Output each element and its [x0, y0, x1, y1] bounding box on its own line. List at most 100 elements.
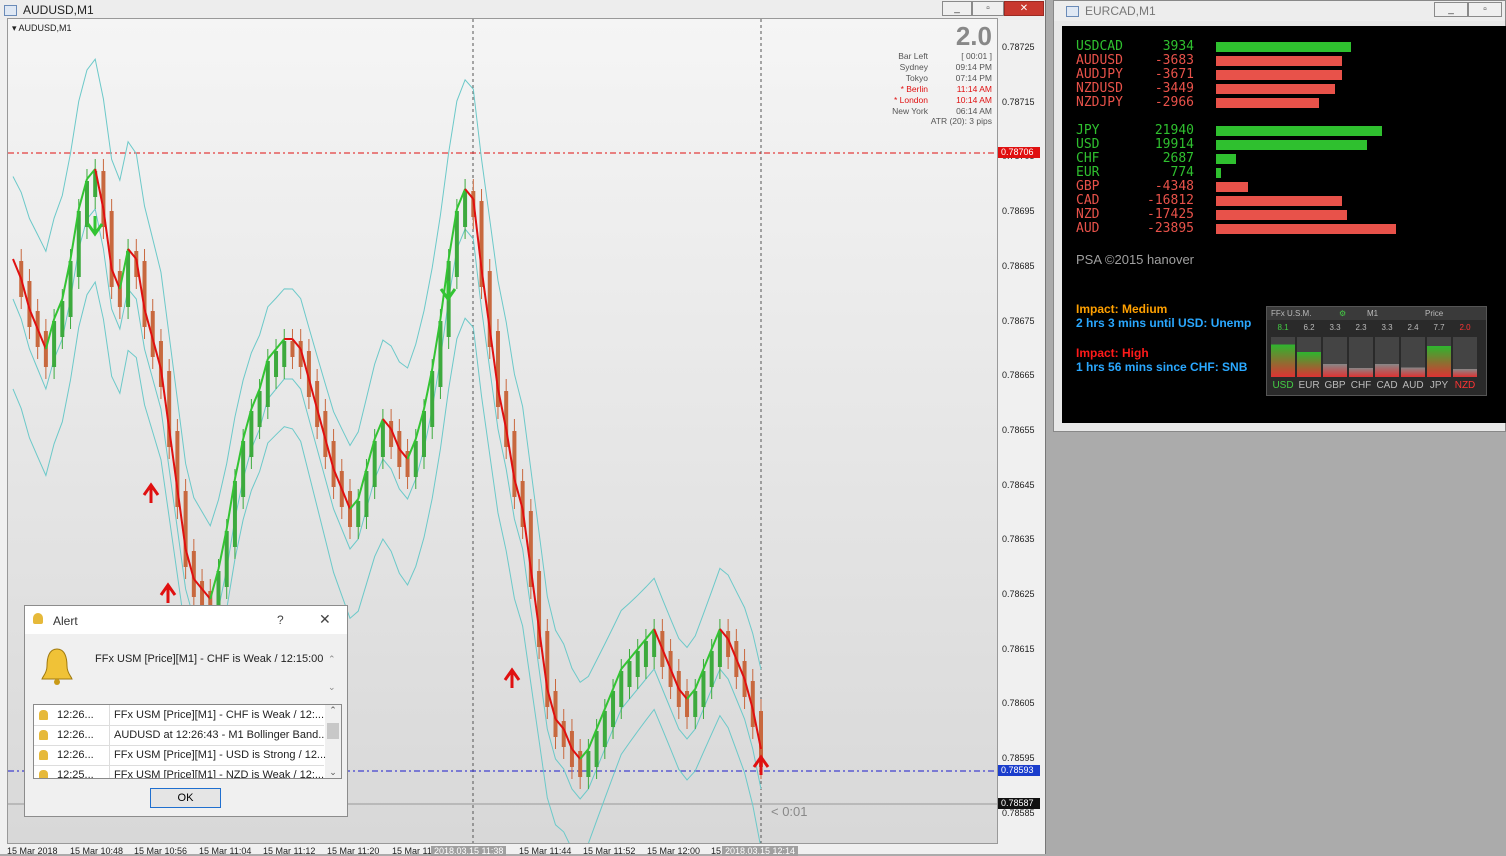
- candle-body: [627, 661, 632, 687]
- ok-button[interactable]: OK: [150, 788, 221, 808]
- side-minimize-button[interactable]: _: [1434, 2, 1468, 17]
- buy-arrow-icon: [503, 667, 521, 688]
- candle-body: [421, 411, 426, 457]
- alert-row-text: FFx USM [Price][M1] - NZD is Weak / 12:.…: [109, 765, 324, 778]
- timezone-name: Sydney: [899, 62, 928, 72]
- timezone-name: * London: [893, 95, 928, 105]
- candle-body: [282, 341, 287, 367]
- strength-bar: [1216, 84, 1335, 94]
- alert-close-icon[interactable]: ✕: [319, 611, 331, 628]
- alert-row-text: FFx USM [Price][M1] - USD is Strong / 12…: [109, 745, 329, 765]
- strength-value: -3683: [1154, 53, 1194, 68]
- list-scroll-up-icon[interactable]: ⌃: [325, 705, 341, 716]
- usm-value: 2.3: [1355, 323, 1367, 332]
- alert-row-time: 12:26...: [57, 709, 94, 721]
- time-axis-label: 2018.03.15 11:38: [431, 846, 507, 856]
- strength-bar: [1216, 196, 1342, 206]
- alert-titlebar[interactable]: Alert ? ✕: [25, 606, 347, 634]
- candle-body: [364, 471, 369, 517]
- bar-left-label: Bar Left: [898, 51, 928, 61]
- symbol-dropdown-icon[interactable]: ▾: [12, 23, 17, 33]
- price-axis-label: 0.78695: [1002, 206, 1035, 217]
- alert-title: Alert: [53, 614, 78, 628]
- usm-value: 3.3: [1329, 323, 1341, 332]
- list-scrollbar[interactable]: ⌃ ⌄: [325, 705, 341, 778]
- panel-value: 2.0: [955, 21, 992, 51]
- usm-column-bar: [1401, 337, 1425, 377]
- minimize-button[interactable]: _: [942, 1, 972, 16]
- usm-currency-label: AUD: [1402, 380, 1424, 391]
- time-axis-label: 15 Mar 11:44: [519, 846, 572, 856]
- price-axis-label: 0.78595: [1002, 753, 1035, 764]
- usm-mode[interactable]: Price: [1425, 307, 1443, 320]
- buy-arrow-icon: [159, 582, 177, 603]
- main-titlebar[interactable]: AUDUSD,M1: [0, 0, 1045, 20]
- strength-name: USD: [1076, 137, 1100, 152]
- resistance-price-tag: 0.78706: [998, 147, 1040, 158]
- copyright-label: PSA ©2015 hanover: [1076, 252, 1194, 267]
- strength-name: NZD: [1076, 207, 1100, 222]
- support-price-tag: 0.78593: [998, 765, 1040, 776]
- close-button[interactable]: ✕: [1004, 1, 1044, 16]
- strength-value: 19914: [1154, 137, 1194, 152]
- usm-settings-icon[interactable]: ⚙: [1339, 307, 1346, 320]
- alert-row[interactable]: 12:26... FFx USM [Price][M1] - CHF is Wea…: [34, 705, 324, 726]
- help-button[interactable]: ?: [277, 613, 284, 627]
- alert-row-time: 12:26...: [57, 749, 94, 761]
- maximize-button[interactable]: ▫: [972, 1, 1004, 16]
- usm-currency-label: EUR: [1298, 380, 1320, 391]
- price-axis-label: 0.78585: [1002, 807, 1035, 818]
- buy-arrow-icon: [142, 482, 160, 503]
- usm-value: 3.3: [1381, 323, 1393, 332]
- timezone-name: Tokyo: [905, 73, 928, 83]
- strength-bar: [1216, 126, 1382, 136]
- candle-body: [463, 191, 468, 227]
- strength-value: 2687: [1162, 151, 1194, 166]
- strength-bar: [1216, 98, 1319, 108]
- strength-name: NZDJPY: [1076, 95, 1123, 110]
- strength-value: 774: [1170, 165, 1194, 180]
- side-restore-button[interactable]: ▫: [1468, 2, 1502, 17]
- time-axis-label: 15 Mar 11:12: [263, 846, 316, 856]
- candle-body: [643, 641, 648, 667]
- usm-panel: FFx U.S.M. ⚙ M1 Price 8.1 USD 6.2 EUR 3.3 GBP…: [1266, 306, 1487, 396]
- strength-name: GBP: [1076, 179, 1100, 194]
- candle-body: [257, 391, 262, 427]
- timezone-name: * Berlin: [900, 84, 928, 94]
- alert-row[interactable]: 12:26... AUDUSD at 12:26:43 - M1 Bollinge…: [34, 725, 327, 746]
- strength-value: -23895: [1147, 221, 1194, 236]
- candle-body: [200, 581, 205, 607]
- price-axis-label: 0.78625: [1002, 589, 1035, 599]
- usm-currency-label: NZD: [1454, 380, 1476, 391]
- price-axis-label: 0.78725: [1002, 42, 1035, 52]
- strength-bar: [1216, 70, 1342, 80]
- message-scroll-down-icon[interactable]: ⌄: [328, 682, 336, 693]
- alert-history-list[interactable]: 12:26... FFx USM [Price][M1] - CHF is Wea…: [33, 704, 342, 779]
- usm-value: 8.1: [1277, 323, 1289, 332]
- alert-row[interactable]: 12:25... FFx USM [Price][M1] - NZD is Wea…: [34, 765, 324, 778]
- candle-body: [685, 691, 690, 717]
- price-axis-label: 0.78645: [1002, 479, 1035, 490]
- list-scroll-thumb[interactable]: [327, 723, 339, 739]
- time-axis-label: 15 Mar 10:56: [134, 846, 188, 856]
- candle-body: [611, 691, 616, 727]
- usm-currency-label: JPY: [1429, 380, 1449, 391]
- strength-name: AUDUSD: [1076, 53, 1123, 68]
- strength-name: EUR: [1076, 165, 1100, 180]
- usm-column-bar: [1349, 337, 1373, 377]
- strength-name: AUD: [1076, 221, 1100, 236]
- main-window-title: AUDUSD,M1: [23, 3, 94, 17]
- list-scroll-down-icon[interactable]: ⌄: [325, 767, 341, 778]
- candle-body: [594, 731, 599, 767]
- current-price-tag: 0.78587: [998, 798, 1040, 809]
- usm-timeframe[interactable]: M1: [1367, 307, 1378, 320]
- alert-row-text: FFx USM [Price][M1] - CHF is Weak / 12:.…: [109, 705, 324, 725]
- strength-name: AUDJPY: [1076, 67, 1123, 82]
- candle-body: [274, 351, 279, 377]
- candle-body: [84, 181, 89, 227]
- message-scroll-up-icon[interactable]: ⌃: [328, 654, 336, 665]
- strength-value: -17425: [1147, 207, 1194, 222]
- time-axis-label: 15 Mar 11: [392, 846, 432, 856]
- buy-arrow-icon: [752, 754, 770, 775]
- alert-row[interactable]: 12:26... FFx USM [Price][M1] - USD is Str…: [34, 745, 329, 766]
